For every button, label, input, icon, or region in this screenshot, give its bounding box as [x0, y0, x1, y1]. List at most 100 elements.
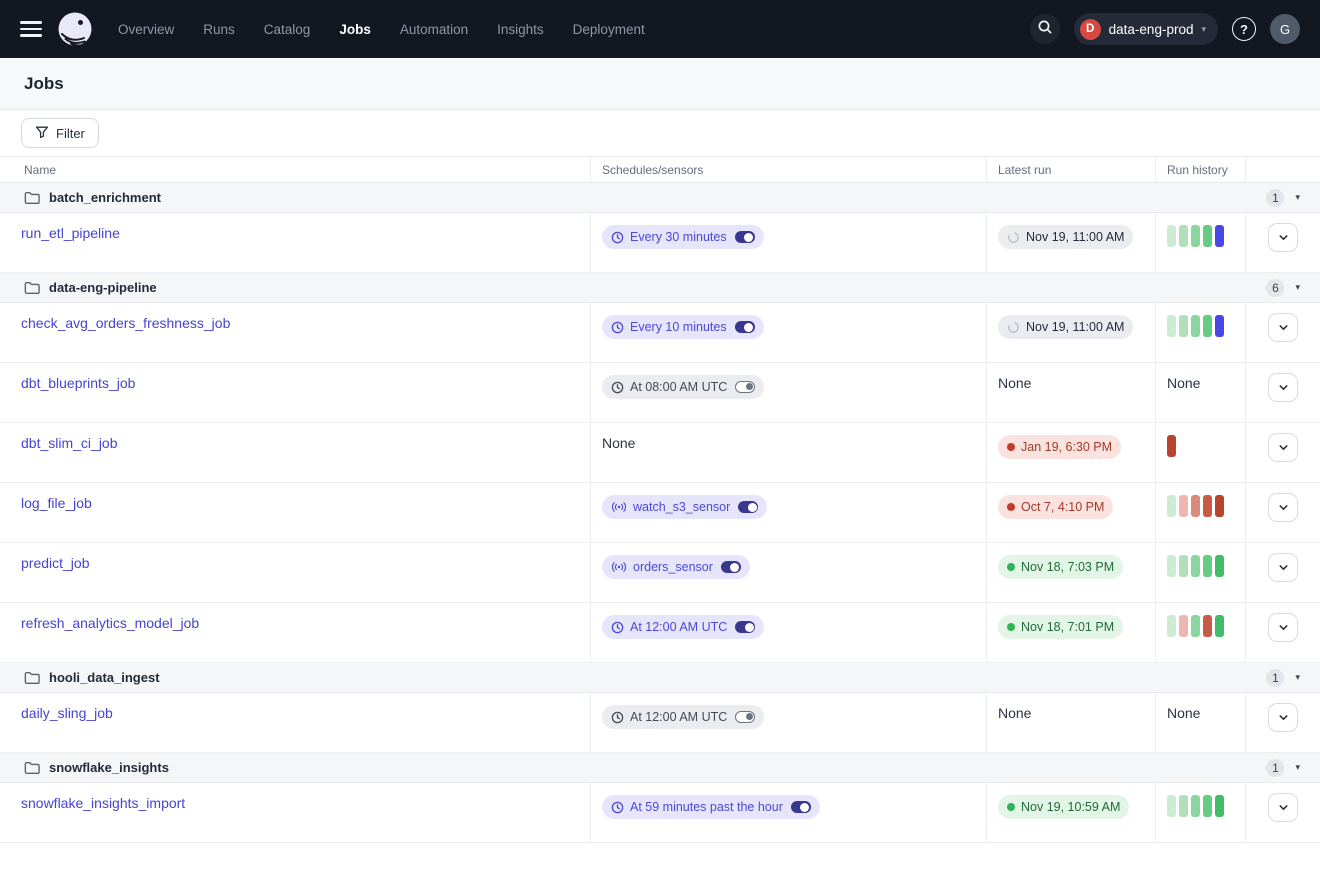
help-icon[interactable]: ? — [1232, 17, 1256, 41]
schedule-pill[interactable]: At 12:00 AM UTC — [602, 705, 764, 729]
job-name-link[interactable]: daily_sling_job — [21, 705, 113, 721]
job-name-link[interactable]: dbt_blueprints_job — [21, 375, 135, 391]
chevron-down-icon — [1278, 622, 1289, 633]
run-history-bar[interactable] — [1191, 315, 1200, 337]
run-history-bar[interactable] — [1167, 795, 1176, 817]
schedule-pill[interactable]: Every 10 minutes — [602, 315, 764, 339]
schedule-toggle[interactable] — [735, 381, 755, 393]
job-name-link[interactable]: predict_job — [21, 555, 90, 571]
run-history-bar[interactable] — [1179, 495, 1188, 517]
nav-item-insights[interactable]: Insights — [497, 22, 544, 37]
expand-button[interactable] — [1268, 433, 1298, 462]
run-history-bar[interactable] — [1179, 225, 1188, 247]
run-history-bars — [1167, 315, 1245, 337]
run-history-bar[interactable] — [1179, 555, 1188, 577]
latest-run-pill[interactable]: Nov 19, 11:00 AM — [998, 315, 1133, 339]
group-row[interactable]: batch_enrichment1▾ — [0, 183, 1320, 213]
latest-run-pill[interactable]: Nov 19, 10:59 AM — [998, 795, 1129, 819]
run-history-bar[interactable] — [1215, 615, 1224, 637]
group-row[interactable]: snowflake_insights1▾ — [0, 753, 1320, 783]
expand-button[interactable] — [1268, 793, 1298, 822]
job-name-link[interactable]: dbt_slim_ci_job — [21, 435, 118, 451]
filter-button[interactable]: Filter — [21, 118, 99, 148]
avatar[interactable]: G — [1270, 14, 1300, 44]
schedule-toggle[interactable] — [735, 621, 755, 633]
job-name-link[interactable]: check_avg_orders_freshness_job — [21, 315, 230, 331]
expand-button[interactable] — [1268, 703, 1298, 732]
expand-button[interactable] — [1268, 373, 1298, 402]
expand-button[interactable] — [1268, 223, 1298, 252]
schedule-toggle[interactable] — [735, 231, 755, 243]
run-history-bar[interactable] — [1179, 315, 1188, 337]
schedule-label: orders_sensor — [633, 560, 713, 574]
nav-item-runs[interactable]: Runs — [203, 22, 235, 37]
run-history-bar[interactable] — [1167, 435, 1176, 457]
expand-button[interactable] — [1268, 493, 1298, 522]
sensor-pill[interactable]: watch_s3_sensor — [602, 495, 767, 519]
latest-run-pill[interactable]: Nov 19, 11:00 AM — [998, 225, 1133, 249]
caret-down-icon[interactable]: ▾ — [1295, 193, 1300, 202]
run-history-bar[interactable] — [1215, 495, 1224, 517]
nav-item-deployment[interactable]: Deployment — [573, 22, 645, 37]
group-row[interactable]: data-eng-pipeline6▾ — [0, 273, 1320, 303]
job-name-link[interactable]: log_file_job — [21, 495, 92, 511]
expand-button[interactable] — [1268, 553, 1298, 582]
schedule-toggle[interactable] — [791, 801, 811, 813]
run-history-bar[interactable] — [1203, 795, 1212, 817]
run-history-bar[interactable] — [1191, 495, 1200, 517]
run-history-bar[interactable] — [1191, 615, 1200, 637]
run-history-bar[interactable] — [1191, 225, 1200, 247]
schedule-pill[interactable]: At 08:00 AM UTC — [602, 375, 764, 399]
nav-item-jobs[interactable]: Jobs — [339, 22, 371, 37]
run-history-bar[interactable] — [1203, 615, 1212, 637]
schedule-pill[interactable]: At 59 minutes past the hour — [602, 795, 820, 819]
caret-down-icon[interactable]: ▾ — [1295, 673, 1300, 682]
environment-switcher[interactable]: D data-eng-prod ▾ — [1074, 13, 1218, 45]
schedule-pill[interactable]: At 12:00 AM UTC — [602, 615, 764, 639]
dagster-logo-icon[interactable] — [56, 10, 94, 48]
run-history-bar[interactable] — [1167, 495, 1176, 517]
schedule-toggle[interactable] — [738, 501, 758, 513]
chevron-down-icon — [1278, 232, 1289, 243]
status-dot-icon — [1007, 563, 1015, 571]
job-name-link[interactable]: run_etl_pipeline — [21, 225, 120, 241]
run-history-bar[interactable] — [1167, 555, 1176, 577]
run-history-bar[interactable] — [1215, 315, 1224, 337]
nav-item-catalog[interactable]: Catalog — [264, 22, 311, 37]
schedule-pill[interactable]: Every 30 minutes — [602, 225, 764, 249]
group-name: batch_enrichment — [49, 190, 161, 205]
run-history-bar[interactable] — [1203, 225, 1212, 247]
latest-run-pill[interactable]: Jan 19, 6:30 PM — [998, 435, 1121, 459]
run-history-bar[interactable] — [1167, 225, 1176, 247]
latest-run-pill[interactable]: Nov 18, 7:03 PM — [998, 555, 1123, 579]
hamburger-menu-icon[interactable] — [20, 21, 42, 37]
expand-button[interactable] — [1268, 613, 1298, 642]
group-row[interactable]: hooli_data_ingest1▾ — [0, 663, 1320, 693]
run-history-bar[interactable] — [1203, 495, 1212, 517]
run-history-bar[interactable] — [1203, 555, 1212, 577]
run-history-bar[interactable] — [1179, 615, 1188, 637]
run-history-bar[interactable] — [1179, 795, 1188, 817]
expand-button[interactable] — [1268, 313, 1298, 342]
latest-run-pill[interactable]: Nov 18, 7:01 PM — [998, 615, 1123, 639]
run-history-bar[interactable] — [1203, 315, 1212, 337]
run-history-bar[interactable] — [1215, 225, 1224, 247]
schedule-toggle[interactable] — [721, 561, 741, 573]
caret-down-icon[interactable]: ▾ — [1295, 763, 1300, 772]
nav-item-automation[interactable]: Automation — [400, 22, 468, 37]
job-name-link[interactable]: refresh_analytics_model_job — [21, 615, 199, 631]
job-name-link[interactable]: snowflake_insights_import — [21, 795, 185, 811]
schedule-toggle[interactable] — [735, 321, 755, 333]
schedule-toggle[interactable] — [735, 711, 755, 723]
run-history-bar[interactable] — [1191, 795, 1200, 817]
run-history-bar[interactable] — [1215, 555, 1224, 577]
run-history-bar[interactable] — [1167, 315, 1176, 337]
sensor-pill[interactable]: orders_sensor — [602, 555, 750, 579]
run-history-bar[interactable] — [1191, 555, 1200, 577]
caret-down-icon[interactable]: ▾ — [1295, 283, 1300, 292]
run-history-bar[interactable] — [1215, 795, 1224, 817]
search-button[interactable] — [1030, 14, 1060, 44]
nav-item-overview[interactable]: Overview — [118, 22, 174, 37]
latest-run-pill[interactable]: Oct 7, 4:10 PM — [998, 495, 1113, 519]
run-history-bar[interactable] — [1167, 615, 1176, 637]
